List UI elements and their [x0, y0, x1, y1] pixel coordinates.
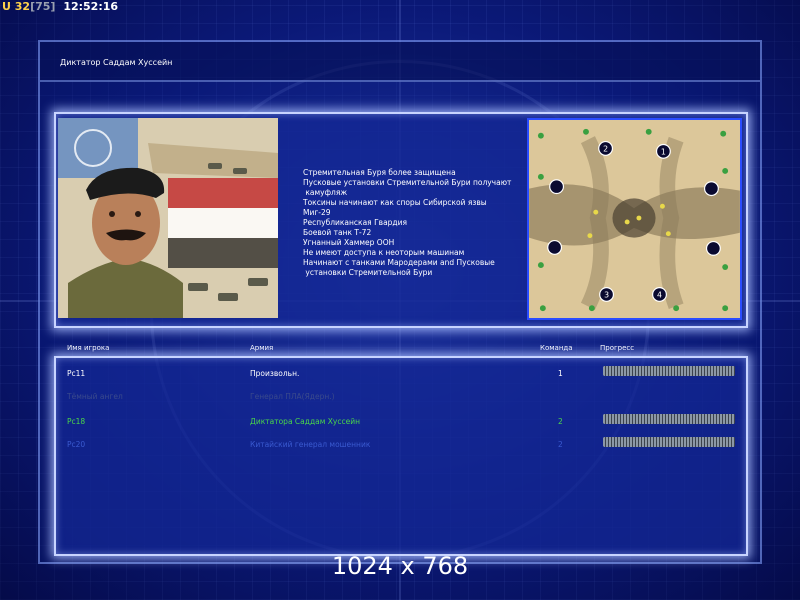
player-army: Диктатора Саддам Хуссейн [250, 417, 360, 426]
player-name: Pc11 [67, 369, 86, 378]
description-line: Республиканская Гвардия [303, 218, 407, 227]
column-header-army: Армия [250, 344, 274, 352]
description-line: Пусковые установки Стремительной Бури по… [303, 178, 512, 187]
player-team: 2 [558, 440, 563, 449]
unit-prefix: U [2, 0, 11, 13]
loading-progress-bar [603, 366, 735, 376]
loading-progress-fill [603, 437, 735, 447]
loading-progress-bar [603, 437, 735, 447]
start-position-label: 2 [603, 144, 608, 153]
player-name: Pc20 [67, 440, 86, 449]
column-header-player: Имя игрока [67, 344, 110, 352]
faction-description: Стремительная Буря более защищена Пусков… [303, 168, 518, 278]
player-army: Произвольн. [250, 369, 300, 378]
description-line: Угнанный Хаммер ООН [303, 238, 395, 247]
general-portrait [58, 118, 278, 318]
player-team: 1 [558, 369, 563, 378]
description-line: Стремительная Буря более защищена [303, 168, 456, 177]
description-line: Миг-29 [303, 208, 331, 217]
description-line: установки Стремительной Бури [303, 268, 433, 277]
column-header-team: Команда [540, 344, 573, 352]
start-position-label: 3 [604, 290, 609, 299]
player-row: Pc11 Произвольн. 1 [0, 366, 800, 383]
game-clock: 12:52:16 [63, 0, 119, 13]
loading-progress-fill [603, 414, 735, 424]
hud-counter: U 32[75] 12:52:16 [2, 0, 118, 13]
player-row: Тёмный ангел Генерал ПЛА(Ядерн.) [0, 392, 800, 406]
column-header-progress: Прогресс [600, 344, 635, 352]
loading-progress-fill [603, 366, 735, 376]
resolution-label: 1024 x 768 [331, 552, 469, 580]
description-line: камуфляж [303, 188, 348, 197]
description-line: Не имеют доступа к неоторым машинам [303, 248, 465, 257]
unit-count: 32 [14, 0, 31, 13]
players-panel [54, 356, 748, 556]
player-army: Китайский генерал мошенник [250, 440, 371, 449]
map-preview: 2 1 3 4 [527, 118, 742, 320]
player-name: Тёмный ангел [67, 392, 123, 401]
player-army: Генерал ПЛА(Ядерн.) [250, 392, 335, 401]
start-position-label: 4 [657, 290, 662, 299]
player-row: Pc20 Китайский генерал мошенник 2 [0, 437, 800, 454]
player-team: 2 [558, 417, 563, 426]
description-line: Начинают с танками Мародерами and Пусков… [303, 258, 495, 267]
player-row: Pc18 Диктатора Саддам Хуссейн 2 [0, 414, 800, 431]
faction-title: Диктатор Саддам Хуссейн [60, 58, 173, 67]
description-line: Боевой танк Т-72 [303, 228, 372, 237]
unit-max: [75] [30, 0, 56, 13]
start-position-label: 1 [661, 147, 666, 156]
loading-progress-bar [603, 414, 735, 424]
description-line: Токсины начинают как споры Сибирской язв… [303, 198, 487, 207]
player-name: Pc18 [67, 417, 86, 426]
